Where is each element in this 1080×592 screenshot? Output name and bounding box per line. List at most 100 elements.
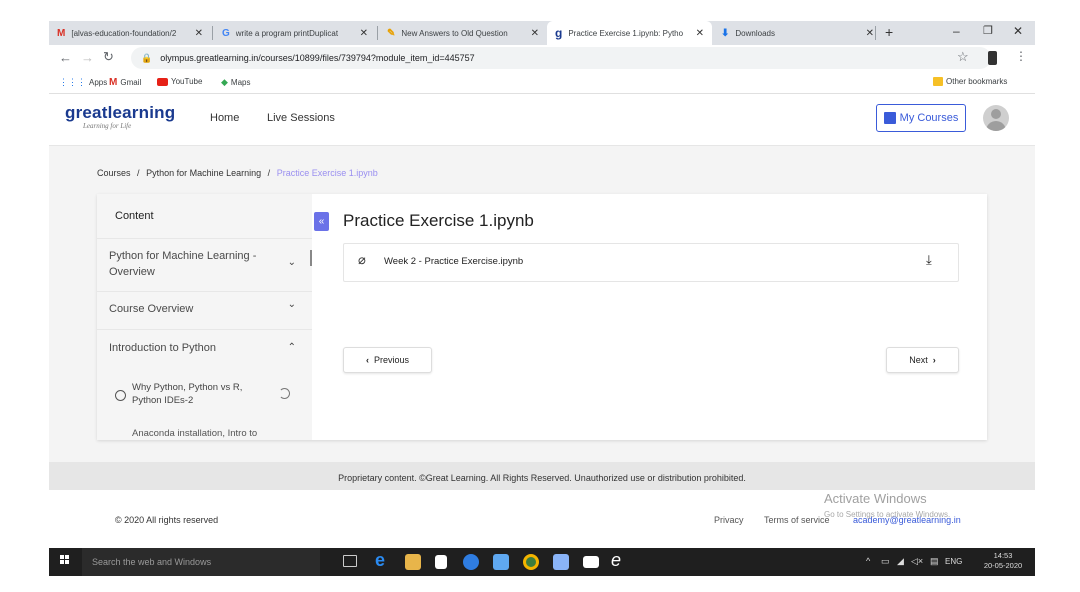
bookmark-other[interactable]: Other bookmarks — [933, 77, 1007, 86]
chevron-right-icon: › — [932, 355, 936, 365]
file-explorer-icon[interactable] — [405, 554, 421, 570]
breadcrumb-courses[interactable]: Courses — [97, 168, 131, 178]
battery-icon[interactable]: ▭ — [881, 556, 890, 567]
address-bar-row: ← → ↻ 🔒 olympus.greatlearning.in/courses… — [49, 45, 1035, 73]
next-button[interactable]: Next › — [886, 347, 959, 373]
tab-divider — [212, 26, 213, 40]
maps-icon: ◆ — [221, 77, 228, 87]
clock-time: 14:53 — [993, 551, 1013, 560]
attachment-name[interactable]: Week 2 - Practice Exercise.ipynb — [384, 256, 523, 267]
taskbar-search[interactable]: Search the web and Windows — [82, 548, 320, 576]
film-icon[interactable] — [583, 556, 599, 568]
my-courses-label: My Courses — [899, 112, 959, 124]
sidebar-item-course-overview[interactable]: Course Overview ⌄ — [97, 291, 312, 330]
sidebar-item-overview[interactable]: Python for Machine Learning - Overview ⌄ — [97, 238, 312, 292]
sidebar-subitem[interactable]: Why Python, Python vs R, Python IDEs-2 — [113, 381, 308, 411]
windows-taskbar: Search the web and Windows e e ^ ▭ ◢ ◁× … — [49, 548, 1035, 576]
sidebar-subitem[interactable]: Anaconda installation, Intro to — [132, 428, 292, 439]
close-tab-icon[interactable]: ✕ — [195, 28, 203, 39]
youtube-icon — [157, 77, 168, 86]
download-icon: ⬇ — [721, 27, 730, 39]
close-tab-icon[interactable]: ✕ — [696, 28, 704, 39]
sidebar-item-label: Introduction to Python — [109, 342, 217, 354]
footer-notice: Proprietary content. ©Great Learning. Al… — [49, 462, 1035, 490]
nav-live-sessions[interactable]: Live Sessions — [267, 112, 335, 124]
extension-icon[interactable] — [988, 51, 997, 65]
windows-start-icon[interactable] — [60, 555, 70, 565]
store-icon[interactable] — [435, 555, 447, 569]
book-icon — [883, 112, 896, 124]
content-panel: Content Python for Machine Learning - Ov… — [97, 194, 987, 440]
photos-icon[interactable] — [553, 554, 569, 570]
menu-icon[interactable]: ⋮ — [1015, 49, 1027, 63]
collapse-sidebar-button[interactable]: « — [314, 212, 329, 231]
site-logo[interactable]: greatlearning Learning for Life — [65, 104, 175, 131]
url-text: olympus.greatlearning.in/courses/10899/f… — [160, 53, 475, 63]
activate-windows-title: Activate Windows — [824, 491, 927, 506]
content-sidebar: Content Python for Machine Learning - Ov… — [97, 194, 312, 440]
minimize-icon[interactable]: – — [953, 24, 960, 38]
close-tab-icon[interactable]: ✕ — [866, 28, 874, 39]
logo-tagline: Learning for Life — [83, 122, 132, 130]
previous-button[interactable]: ‹ Previous — [343, 347, 432, 373]
browser-tab-active[interactable]: g Practice Exercise 1.ipynb: Pytho ✕ — [547, 21, 712, 45]
browser-tab[interactable]: ⬇ Downloads ✕ — [713, 21, 878, 45]
folder-icon — [933, 77, 943, 86]
internet-explorer-icon[interactable]: e — [611, 550, 627, 570]
reload-icon[interactable]: ↻ — [103, 49, 114, 65]
browser-tab[interactable]: M [alvas-education-foundation/2 ✕ — [49, 21, 211, 45]
nav-home[interactable]: Home — [210, 112, 239, 124]
play-circle-icon — [115, 390, 126, 401]
back-icon[interactable]: ← — [59, 50, 72, 65]
bookmark-maps[interactable]: ◆ Maps — [221, 77, 250, 88]
browser-tab[interactable]: G write a program printDuplicat ✕ — [214, 21, 376, 45]
sidebar-scrollbar[interactable] — [310, 250, 312, 266]
volume-icon[interactable]: ◁× — [911, 556, 923, 567]
tray-chevron-up-icon[interactable]: ^ — [866, 556, 870, 566]
download-icon[interactable]: ⤓ — [926, 252, 932, 268]
chevron-down-icon: ⌄ — [287, 299, 296, 310]
edge-icon[interactable]: e — [375, 550, 391, 570]
clock[interactable]: 14:53 20-05-2020 — [973, 551, 1033, 571]
sidebar-item-intro-python[interactable]: Introduction to Python ⌃ — [97, 330, 312, 368]
browser-icon[interactable] — [463, 554, 479, 570]
breadcrumb-course[interactable]: Python for Machine Learning — [146, 168, 261, 178]
tab-divider — [377, 26, 378, 40]
site-header: greatlearning Learning for Life Home Liv… — [49, 94, 1035, 146]
previous-label: Previous — [373, 355, 409, 365]
greatlearning-icon: g — [555, 26, 563, 40]
close-window-icon[interactable]: ✕ — [1013, 24, 1023, 38]
url-field[interactable]: 🔒 olympus.greatlearning.in/courses/10899… — [131, 47, 991, 69]
copyright-text: © 2020 All rights reserved — [115, 515, 219, 525]
brainly-icon: ✎ — [387, 27, 396, 39]
google-icon: G — [222, 27, 230, 39]
forward-icon[interactable]: → — [81, 50, 94, 65]
restore-icon[interactable]: ❐ — [983, 24, 993, 37]
new-tab-button[interactable]: + — [885, 24, 893, 40]
avatar[interactable] — [983, 105, 1009, 131]
wifi-icon[interactable]: ◢ — [897, 556, 904, 567]
avatar-head — [991, 109, 1001, 119]
chrome-icon[interactable] — [523, 554, 539, 570]
bookmark-star-icon[interactable]: ☆ — [957, 49, 969, 65]
attachment-row[interactable]: ⌀ Week 2 - Practice Exercise.ipynb ⤓ — [343, 243, 959, 282]
next-label: Next — [909, 355, 928, 365]
site-footer: © 2020 All rights reserved Privacy Terms… — [49, 490, 1035, 548]
language-indicator[interactable]: ENG — [945, 557, 962, 566]
my-courses-button[interactable]: My Courses — [876, 104, 966, 132]
terms-link[interactable]: Terms of service — [764, 515, 830, 525]
browser-tab[interactable]: ✎ New Answers to Old Question ✕ — [379, 21, 547, 45]
task-view-icon[interactable] — [343, 555, 357, 567]
bookmark-youtube[interactable]: YouTube — [157, 77, 202, 86]
gmail-icon: M — [109, 77, 118, 88]
close-tab-icon[interactable]: ✕ — [531, 28, 539, 39]
tab-title: New Answers to Old Question — [401, 28, 508, 38]
app-icon[interactable] — [493, 554, 509, 570]
notification-icon[interactable]: ▤ — [930, 556, 939, 567]
privacy-link[interactable]: Privacy — [714, 515, 744, 525]
gmail-icon: M — [57, 27, 66, 39]
close-tab-icon[interactable]: ✕ — [360, 28, 368, 39]
bookmark-gmail[interactable]: M Gmail — [109, 77, 141, 88]
bookmark-apps[interactable]: ⋮⋮⋮ Apps — [59, 77, 107, 88]
tab-title: write a program printDuplicat — [235, 28, 339, 38]
